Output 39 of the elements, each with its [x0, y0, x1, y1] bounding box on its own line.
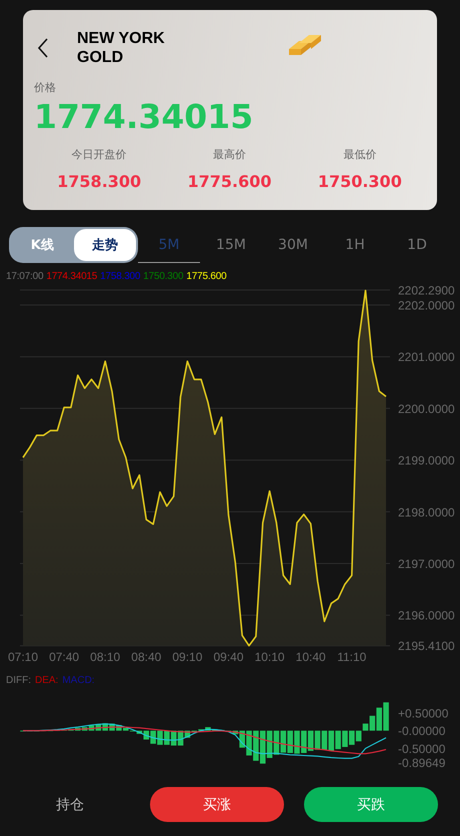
axis-label: -0.50000 — [398, 742, 446, 756]
stat-label: 最低价 — [343, 147, 376, 162]
axis-label: 11:10 — [337, 650, 366, 664]
price-value: 1774.34015 — [34, 97, 254, 137]
stat-label: 最高价 — [212, 147, 246, 162]
legend-label: MACD: — [62, 675, 95, 688]
axis-label: 07:40 — [49, 650, 80, 664]
axis-label: 2196.0000 — [398, 608, 455, 623]
axis-label: 08:40 — [131, 650, 162, 664]
quote-value: 1774.34015 — [46, 271, 98, 284]
stat-value: 1750.300 — [318, 172, 402, 191]
quote-value: 1775.600 — [186, 271, 226, 284]
axis-label: 2202.0000 — [398, 298, 455, 312]
stat-value: 1758.300 — [57, 172, 142, 191]
axis-label: 09:40 — [213, 650, 244, 664]
axis-label: 08:10 — [90, 650, 120, 664]
instrument-title: NEW YORK GOLD — [77, 29, 166, 67]
stat-label: 今日开盘价 — [72, 147, 127, 162]
axis-label: 2199.0000 — [398, 454, 455, 468]
axis-label: 2201.0000 — [398, 350, 455, 364]
axis-label: +0.50000 — [398, 706, 448, 720]
legend-label: DIFF: — [6, 675, 31, 688]
axis-label: 09:10 — [172, 650, 202, 664]
axis-label: 07:10 — [8, 650, 38, 664]
axis-label: 2197.0000 — [398, 557, 455, 571]
axis-label: -0.89649 — [398, 756, 446, 770]
axis-label: 10:10 — [254, 650, 285, 664]
stat-value: 1775.600 — [187, 172, 272, 191]
quote-value: 1750.300 — [143, 271, 184, 284]
axis-label: 10:40 — [296, 650, 326, 664]
axis-label: 2195.4100 — [398, 639, 455, 654]
axis-label: -0.00000 — [398, 724, 446, 738]
legend-label: DEA: — [35, 675, 58, 688]
axis-label: 2200.0000 — [398, 402, 455, 416]
quote-value: 17:07:00 — [6, 271, 44, 284]
axis-label: 2198.0000 — [398, 505, 455, 520]
quote-value: 1758.300 — [100, 271, 140, 284]
axis-label: 2202.2900 — [398, 284, 455, 298]
price-label: 价格 — [34, 80, 57, 95]
